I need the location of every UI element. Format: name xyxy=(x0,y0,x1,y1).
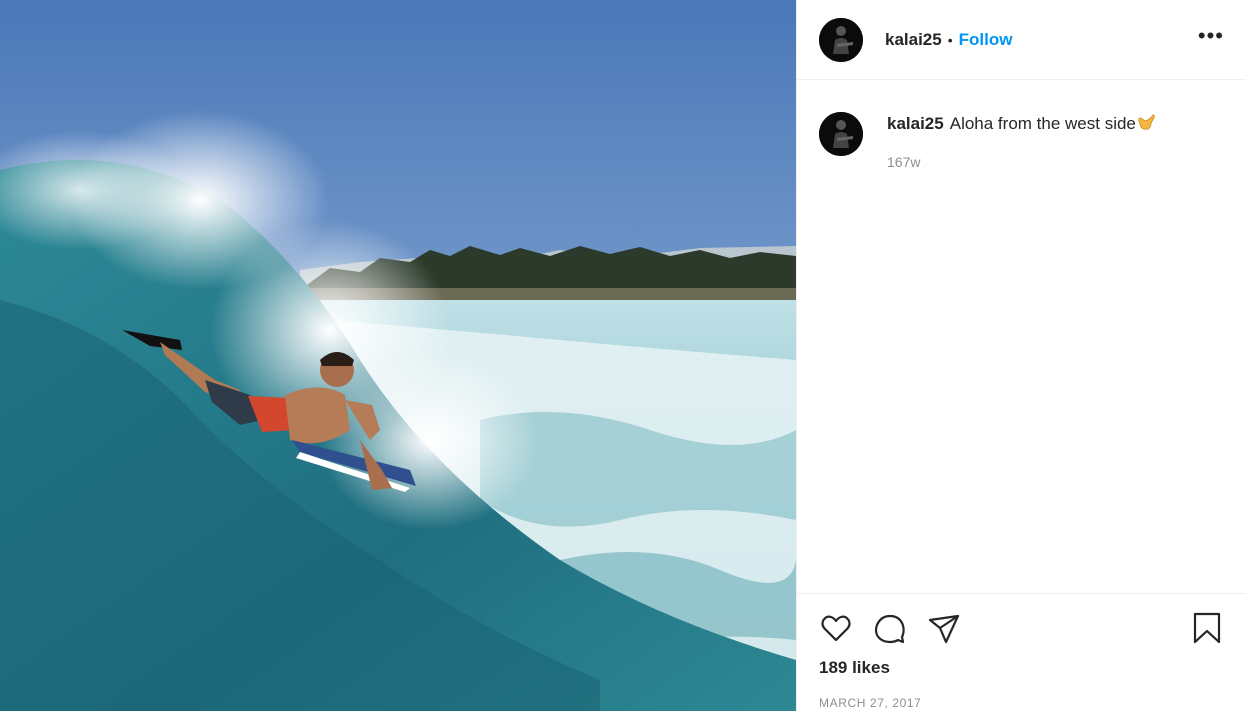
post-photo[interactable] xyxy=(0,0,796,711)
bookmark-icon[interactable] xyxy=(1190,611,1224,645)
follow-button[interactable]: Follow xyxy=(959,30,1013,50)
post-header: kalai25 • Follow ••• xyxy=(797,0,1246,80)
comments-section: kalai25 Aloha from the west side 167w xyxy=(797,80,1246,593)
caption-comment: kalai25 Aloha from the west side 167w xyxy=(819,110,1224,170)
paper-plane-icon[interactable] xyxy=(927,611,961,645)
instagram-post: kalai25 • Follow ••• kalai25 Aloha from t xyxy=(0,0,1246,711)
surfer-wave-photo xyxy=(0,0,796,711)
heart-outline-icon[interactable] xyxy=(819,611,853,645)
avatar[interactable] xyxy=(819,17,863,62)
more-options-icon[interactable]: ••• xyxy=(1198,24,1224,55)
post-date[interactable]: MARCH 27, 2017 xyxy=(819,696,1224,710)
profile-silhouette-icon xyxy=(819,112,863,156)
likes-count[interactable]: 189 likes xyxy=(819,658,1224,678)
header-username[interactable]: kalai25 xyxy=(885,30,942,50)
avatar[interactable] xyxy=(819,112,863,156)
caption-text: Aloha from the west side xyxy=(949,114,1136,133)
shaka-hand-emoji-icon xyxy=(1138,114,1155,130)
separator-dot: • xyxy=(947,31,953,48)
caption-text-line: kalai25 Aloha from the west side xyxy=(887,110,1156,136)
caption-username[interactable]: kalai25 xyxy=(887,114,944,133)
action-bar xyxy=(819,610,1224,646)
caption-body: kalai25 Aloha from the west side 167w xyxy=(887,110,1156,170)
post-actions-section: 189 likes MARCH 27, 2017 xyxy=(797,593,1246,711)
profile-silhouette-icon xyxy=(819,17,863,62)
caption-age[interactable]: 167w xyxy=(887,154,1156,170)
post-side-panel: kalai25 • Follow ••• kalai25 Aloha from t xyxy=(796,0,1246,711)
speech-bubble-icon[interactable] xyxy=(873,611,907,645)
